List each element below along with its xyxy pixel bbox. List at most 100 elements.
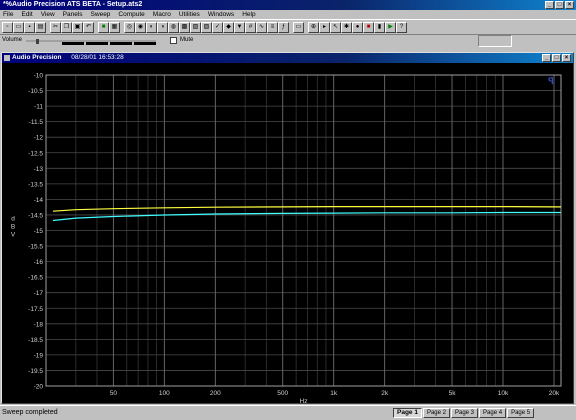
status-bar: Sweep completed Page 1 Page 2 Page 3 Pag… — [0, 405, 576, 420]
step-icon[interactable]: ▮ — [374, 21, 385, 33]
graph-datetime: 08/28/01 16:53:28 — [71, 54, 124, 61]
window-icon[interactable]: ▭ — [293, 21, 304, 33]
stop-icon[interactable]: ■ — [363, 21, 374, 33]
minimize-button[interactable]: _ — [545, 1, 554, 9]
open-file-icon[interactable]: ▭ — [13, 21, 24, 33]
tab-page-5[interactable]: Page 5 — [507, 408, 535, 418]
y-tick-label: -19.5 — [28, 368, 43, 375]
auxiliary-control[interactable] — [478, 35, 512, 47]
menu-panels[interactable]: Panels — [63, 10, 83, 19]
copy-icon[interactable]: ❐ — [61, 21, 72, 33]
sweep-start-icon[interactable]: ▸ — [319, 21, 330, 33]
graph-icon[interactable]: ▨ — [201, 21, 212, 33]
menu-edit[interactable]: Edit — [21, 10, 32, 19]
y-tick-label: -11 — [34, 104, 43, 111]
y-tick-label: -11.5 — [29, 119, 44, 126]
title-bar: *%Audio Precision ATS BETA - Setup.ats2 … — [0, 0, 576, 10]
status-text: Sweep completed — [2, 409, 58, 416]
zoom-icon[interactable]: ⊕ — [308, 21, 319, 33]
close-button[interactable]: × — [565, 1, 574, 9]
y-axis-label: d — [11, 216, 15, 223]
series-line — [52, 206, 561, 212]
dsp-icon[interactable]: ▩ — [179, 21, 190, 33]
volume-label: Volume — [2, 37, 23, 43]
generator-icon[interactable]: ◉ — [135, 21, 146, 33]
menu-file[interactable]: File — [3, 10, 13, 19]
y-tick-label: -15.5 — [28, 244, 43, 251]
window-title: *%Audio Precision ATS BETA - Setup.ats2 — [3, 1, 143, 8]
menu-macro[interactable]: Macro — [153, 10, 171, 19]
grid-icon[interactable]: # — [245, 21, 256, 33]
menu-windows[interactable]: Windows — [208, 10, 234, 19]
y-tick-label: -18.5 — [28, 337, 43, 344]
record-icon[interactable]: ● — [352, 21, 363, 33]
pointer-icon[interactable]: ↖ — [330, 21, 341, 33]
volume-level-bar — [86, 42, 108, 45]
meter-icon[interactable]: ◍ — [168, 21, 179, 33]
filter-icon[interactable]: ◑ — [157, 21, 168, 33]
y-tick-label: -14 — [34, 197, 44, 204]
ap-logo-icon: ꟼ — [548, 76, 553, 86]
tab-page-3[interactable]: Page 3 — [451, 408, 479, 418]
run-icon[interactable]: ▶ — [385, 21, 396, 33]
page-tabs: Page 1 Page 2 Page 3 Page 4 Page 5 — [393, 408, 535, 418]
data-icon[interactable]: ▧ — [190, 21, 201, 33]
volume-level-bar — [134, 42, 156, 45]
graph-window-title: Audio Precision — [12, 54, 62, 61]
cut-icon[interactable]: ✂ — [50, 21, 61, 33]
analyzer-icon[interactable]: ◎ — [124, 21, 135, 33]
menu-help[interactable]: Help — [242, 10, 255, 19]
graph-minimize-button[interactable]: _ — [542, 54, 551, 62]
y-tick-label: -17 — [34, 290, 44, 297]
y-axis-label: V — [11, 232, 16, 239]
save-icon[interactable]: ▪ — [24, 21, 35, 33]
x-axis-label: Hz — [300, 398, 308, 403]
y-tick-label: -18 — [34, 321, 44, 328]
x-tick-label: 100 — [159, 390, 170, 397]
x-tick-label: 50 — [110, 390, 118, 397]
y-tick-label: -12.5 — [28, 150, 43, 157]
maximize-button[interactable]: □ — [555, 1, 564, 9]
graph-maximize-button[interactable]: □ — [552, 54, 561, 62]
toolbar: ▫ ▭ ▪ ▤ ✂ ❐ ▣ ↶ ■ ▦ ◎ ◉ ◐ ◑ ◍ ▩ ▧ ▨ ✓ ◆ … — [0, 19, 576, 35]
check-icon[interactable]: ✓ — [212, 21, 223, 33]
x-tick-label: 20k — [549, 390, 560, 397]
diamond-icon[interactable]: ◆ — [223, 21, 234, 33]
y-tick-label: -19 — [34, 352, 44, 359]
function-icon[interactable]: ƒ — [278, 21, 289, 33]
sweep-icon[interactable]: ◐ — [146, 21, 157, 33]
panel2-icon[interactable]: ▦ — [109, 21, 120, 33]
tab-page-4[interactable]: Page 4 — [479, 408, 507, 418]
y-tick-label: -13.5 — [28, 181, 43, 188]
print-icon[interactable]: ▤ — [35, 21, 46, 33]
paste-icon[interactable]: ▣ — [72, 21, 83, 33]
menu-view[interactable]: View — [41, 10, 55, 19]
tab-page-2[interactable]: Page 2 — [422, 408, 450, 418]
tools-icon[interactable]: ✱ — [341, 21, 352, 33]
frequency-response-plot[interactable]: -10 -10.5 -11 -11.5 -12 -12.5 -13 -13.5 -14 -14.5… — [2, 63, 573, 403]
graph-window: Audio Precision 08/28/01 16:53:28 _ □ × … — [1, 52, 574, 404]
new-file-icon[interactable]: ▫ — [2, 21, 13, 33]
menu-utilities[interactable]: Utilities — [179, 10, 200, 19]
y-tick-label: -12 — [34, 135, 44, 142]
help-icon[interactable]: ? — [396, 21, 407, 33]
y-tick-label: -20 — [34, 384, 44, 391]
arrow-down-icon[interactable]: ▼ — [234, 21, 245, 33]
y-tick-label: -10.5 — [28, 88, 43, 95]
undo-icon[interactable]: ↶ — [83, 21, 94, 33]
menu-sweep[interactable]: Sweep — [91, 10, 111, 19]
y-tick-label: -15 — [34, 228, 44, 235]
volume-level-bar — [110, 42, 132, 45]
tab-page-1[interactable]: Page 1 — [393, 408, 422, 418]
mute-checkbox[interactable] — [170, 37, 177, 44]
graph-close-button[interactable]: × — [562, 54, 571, 62]
volume-slider[interactable] — [26, 39, 156, 45]
menu-compute[interactable]: Compute — [118, 10, 144, 19]
volume-slider-thumb[interactable] — [36, 39, 39, 44]
y-tick-label: -16.5 — [28, 275, 43, 282]
wave-icon[interactable]: ∿ — [256, 21, 267, 33]
scale-icon[interactable]: ≡ — [267, 21, 278, 33]
mute-label: Mute — [180, 37, 194, 43]
panel-icon[interactable]: ■ — [98, 21, 109, 33]
graph-title-bar: Audio Precision 08/28/01 16:53:28 _ □ × — [2, 53, 573, 63]
